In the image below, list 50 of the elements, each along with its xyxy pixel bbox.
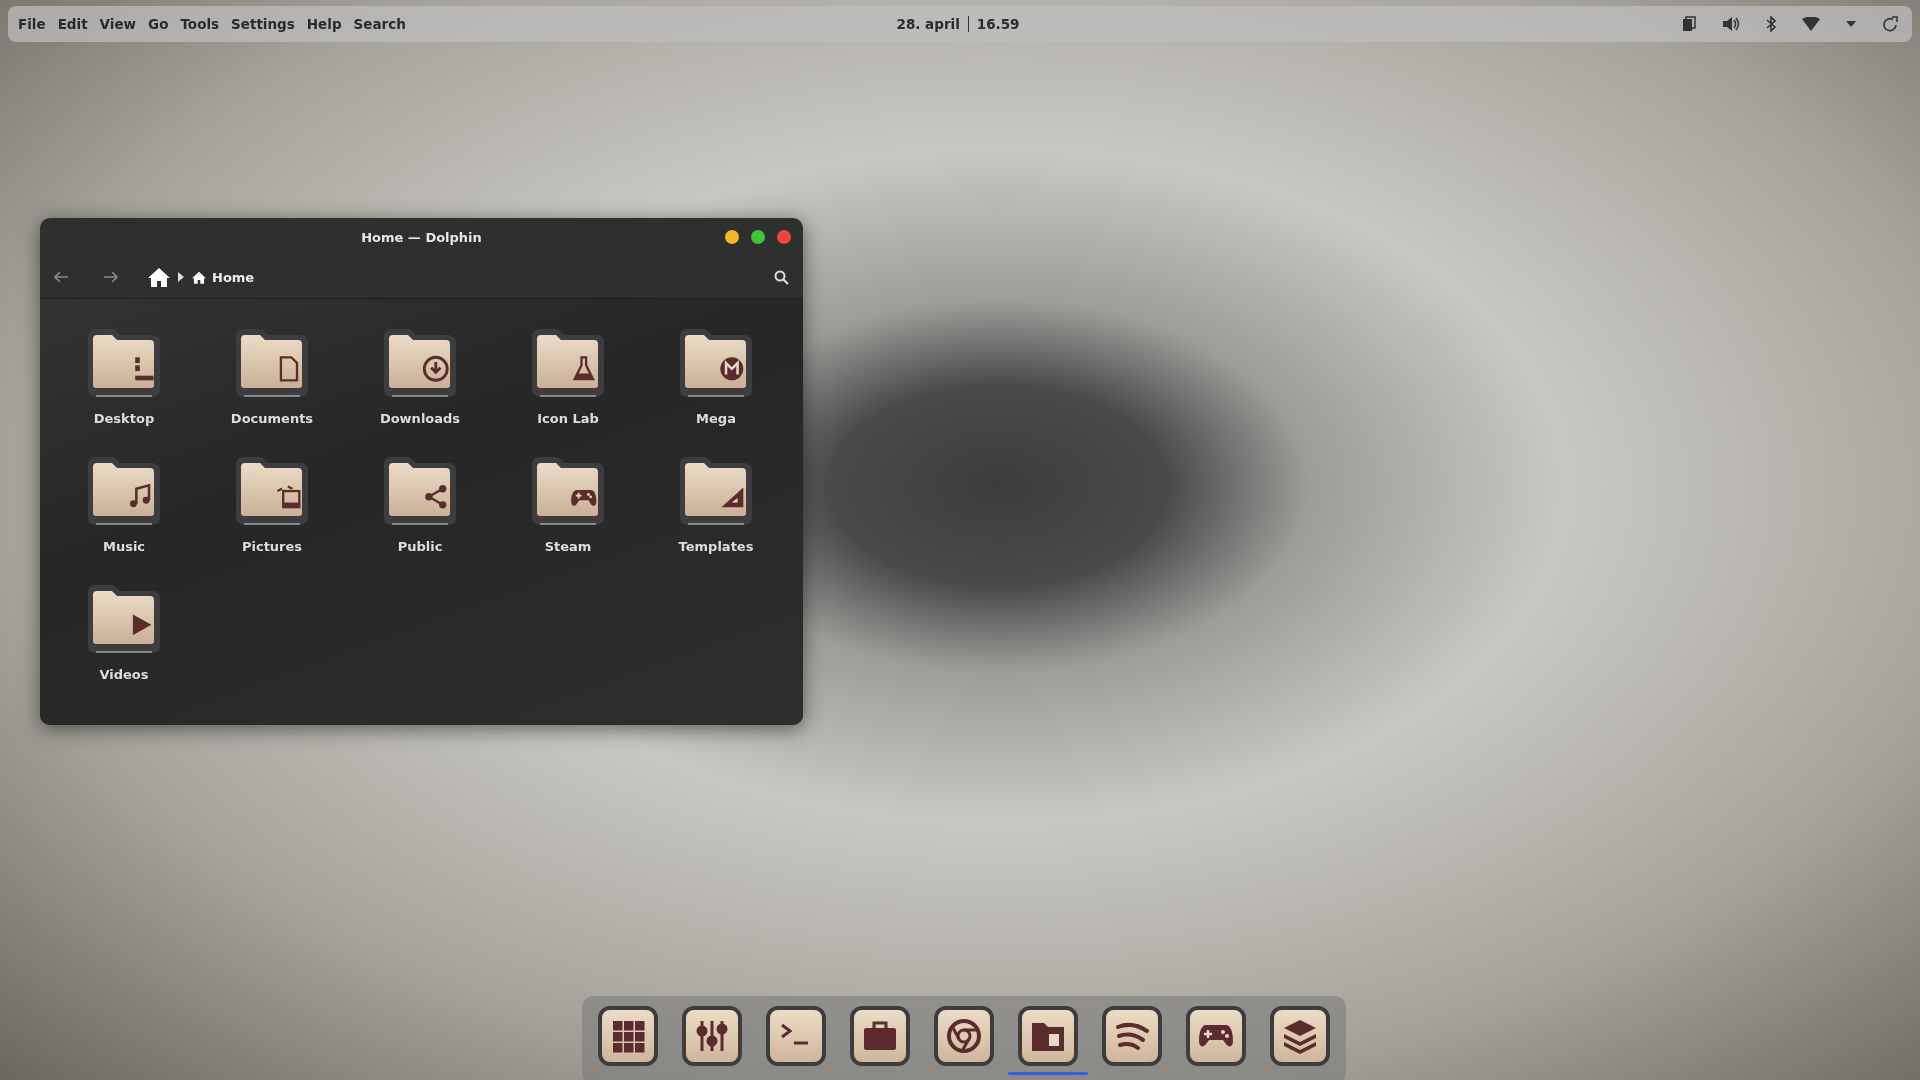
minimize-button[interactable] [725,230,739,244]
folder-name: Pictures [241,539,303,554]
folder-name: Documents [230,411,314,426]
location-label: Home [212,269,255,285]
dock-app-button[interactable] [850,1006,910,1066]
menu-item[interactable]: Search [353,16,406,32]
folder-name: Templates [678,539,754,554]
folder-name: Mega [696,411,736,426]
time-label: 16.59 [976,16,1020,32]
wifi-icon[interactable] [1802,17,1820,31]
power-icon[interactable] [1882,16,1898,32]
home-icon[interactable] [148,267,170,287]
folder-name: Desktop [93,411,155,426]
menu-item[interactable]: Settings [231,16,295,32]
menu-item[interactable]: Go [148,16,169,32]
volume-icon[interactable] [1722,16,1740,32]
dock-app-button[interactable] [682,1006,742,1066]
folder-name: Videos [99,667,149,682]
bluetooth-icon[interactable] [1766,16,1776,32]
folder-name: Steam [544,539,592,554]
home-icon [192,270,206,284]
menu-item[interactable]: View [99,16,137,32]
close-button[interactable] [777,230,791,244]
folder-name: Icon Lab [537,411,599,426]
dock-app-button[interactable] [766,1006,826,1066]
menu-item[interactable]: Help [306,16,342,32]
breadcrumb-home[interactable]: Home [192,269,255,285]
caret-right-icon [178,272,184,282]
folder-name: Music [102,539,146,554]
forward-icon[interactable] [104,271,118,283]
back-icon[interactable] [54,271,68,283]
clipboard-icon[interactable] [1682,16,1696,32]
menu-item[interactable]: Edit [57,16,88,32]
dock-app-button[interactable] [1186,1006,1246,1066]
dock-app-button[interactable] [1018,1006,1078,1066]
menu-item[interactable]: File [18,16,46,32]
menu-item[interactable]: Tools [180,16,220,32]
layers-icon [1281,1017,1319,1055]
caret-down-icon[interactable] [1846,21,1856,27]
window-title: Home — Dolphin [361,229,482,245]
dock-app-button[interactable] [1270,1006,1330,1066]
search-icon[interactable] [774,269,789,285]
dock-app-button[interactable] [934,1006,994,1066]
date-label: 28. april [896,16,960,32]
dock-app-button[interactable] [1102,1006,1162,1066]
dock-app-button[interactable] [598,1006,658,1066]
folder-name: Downloads [379,411,461,426]
circle-logo-icon [945,1017,983,1055]
maximize-button[interactable] [751,230,765,244]
folder-name: Public [397,539,443,554]
